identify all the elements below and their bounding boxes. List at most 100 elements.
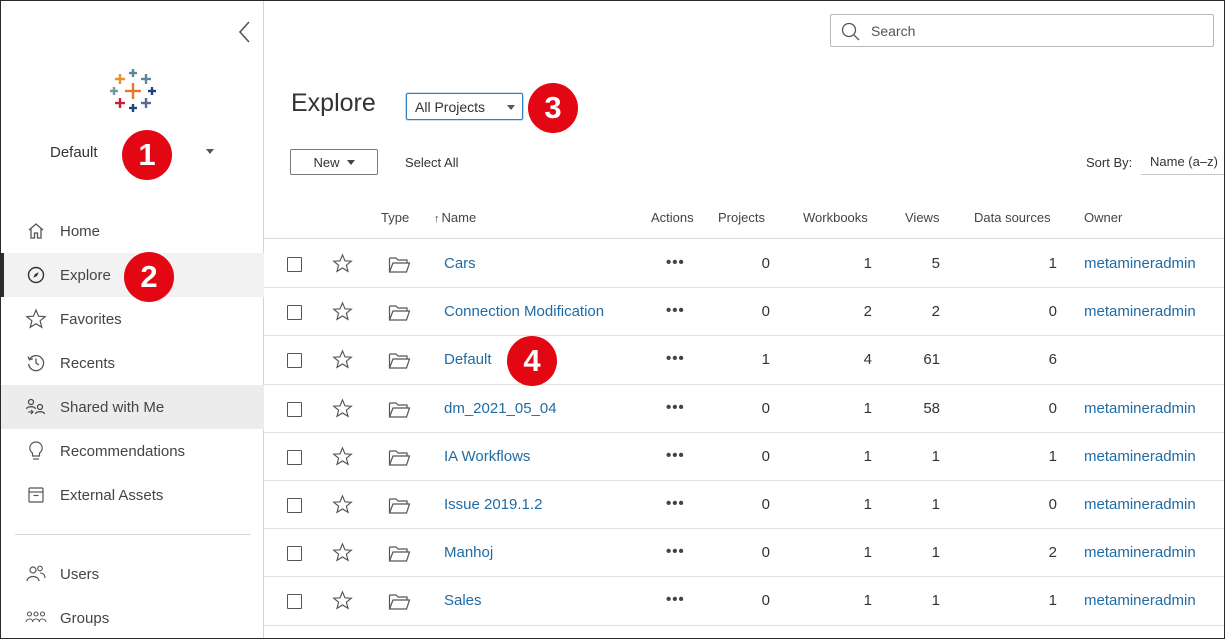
project-name-link[interactable]: Cars [444, 255, 476, 272]
select-all-button[interactable]: Select All [405, 155, 458, 170]
chevron-left-icon[interactable] [235, 19, 255, 45]
row-checkbox[interactable] [287, 353, 302, 369]
column-header-data-sources[interactable]: Data sources [974, 210, 1051, 225]
cell-projects: 0 [761, 255, 770, 272]
project-name-link[interactable]: Issue 2019.1.2 [444, 496, 542, 513]
table-row[interactable]: Manhoj ••• 0 1 1 2 metamineradmin [264, 529, 1224, 578]
column-header-views[interactable]: Views [905, 210, 939, 225]
row-checkbox[interactable] [287, 497, 302, 513]
table-row[interactable]: dm_2021_05_04 ••• 0 1 58 0 metamineradmi… [264, 385, 1224, 433]
cell-data-sources: 0 [1048, 399, 1057, 417]
owner-link[interactable]: metamineradmin [1084, 400, 1196, 417]
column-header-type[interactable]: Type [381, 210, 409, 225]
sidebar-item-external-assets[interactable]: External Assets [1, 473, 264, 517]
row-checkbox[interactable] [287, 449, 302, 465]
project-name-link[interactable]: Sales [444, 592, 482, 609]
row-actions-menu[interactable]: ••• [666, 302, 685, 319]
cell-projects: 0 [761, 447, 770, 465]
owner-link[interactable]: metamineradmin [1084, 496, 1196, 513]
favorite-star-icon[interactable] [332, 446, 353, 467]
row-actions-menu[interactable]: ••• [666, 495, 685, 512]
column-header-projects[interactable]: Projects [718, 210, 765, 225]
column-header-workbooks[interactable]: Workbooks [803, 210, 868, 225]
table-header: Type ↑ Name Actions Projects Workbooks Vi… [264, 199, 1224, 239]
sidebar-item-users[interactable]: Users [1, 552, 264, 596]
table-row[interactable]: Issue 2019.1.2 ••• 0 1 1 0 metamineradmi… [264, 481, 1224, 530]
folder-icon [388, 353, 411, 369]
favorite-star-icon[interactable] [332, 349, 353, 370]
cell-views: 2 [931, 303, 940, 321]
row-actions-menu[interactable]: ••• [666, 543, 685, 560]
cell-views: 58 [923, 399, 940, 417]
favorite-star-icon[interactable] [332, 397, 353, 419]
star-icon [25, 308, 47, 330]
owner-link[interactable]: metamineradmin [1084, 255, 1196, 272]
row-checkbox[interactable] [287, 594, 302, 610]
sidebar-item-recommendations[interactable]: Recommendations [1, 429, 264, 473]
favorite-star-icon[interactable] [332, 542, 353, 563]
search-box[interactable] [830, 14, 1214, 47]
sort-ascending-icon: ↑ [434, 213, 440, 225]
table-row[interactable]: Connection Modification ••• 0 2 2 0 meta… [264, 288, 1224, 337]
page-title: Explore [291, 89, 376, 117]
cell-views: 1 [931, 544, 940, 562]
row-actions-menu[interactable]: ••• [666, 350, 685, 367]
cell-data-sources: 0 [1048, 303, 1057, 321]
row-actions-menu[interactable]: ••• [666, 399, 685, 416]
archive-icon [25, 484, 47, 506]
owner-link[interactable]: metamineradmin [1084, 303, 1196, 320]
table-row[interactable]: Default ••• 1 4 61 6 [264, 336, 1224, 385]
project-name-link[interactable]: Manhoj [444, 544, 493, 561]
sidebar-item-groups[interactable]: Groups [1, 596, 264, 638]
table-body: Cars ••• 0 1 5 1 metamineradmin Connecti… [264, 240, 1224, 626]
sidebar-item-label: Favorites [60, 310, 122, 328]
owner-link[interactable]: metamineradmin [1084, 448, 1196, 465]
new-button[interactable]: New [290, 149, 378, 175]
row-actions-menu[interactable]: ••• [666, 254, 685, 271]
owner-link[interactable]: metamineradmin [1084, 544, 1196, 561]
sidebar-item-shared-with-me[interactable]: Shared with Me [1, 385, 264, 429]
project-filter-dropdown[interactable]: All Projects [406, 93, 523, 120]
table-row[interactable]: IA Workflows ••• 0 1 1 1 metamineradmin [264, 433, 1224, 481]
table-row[interactable]: Cars ••• 0 1 5 1 metamineradmin [264, 240, 1224, 289]
row-checkbox[interactable] [287, 257, 302, 272]
cell-data-sources: 1 [1048, 447, 1057, 465]
owner-link[interactable]: metamineradmin [1084, 592, 1196, 609]
users-icon [25, 563, 47, 585]
column-header-owner[interactable]: Owner [1084, 210, 1122, 225]
compass-icon [25, 264, 47, 286]
home-icon [25, 220, 47, 242]
folder-icon [388, 450, 411, 466]
favorite-star-icon[interactable] [332, 590, 353, 611]
shared-users-icon [25, 396, 47, 418]
favorite-star-icon[interactable] [332, 494, 353, 515]
annotation-badge-1: 1 [122, 130, 172, 180]
column-header-actions: Actions [651, 210, 694, 225]
row-actions-menu[interactable]: ••• [666, 591, 685, 608]
project-name-link[interactable]: Default [444, 351, 492, 368]
folder-icon [388, 305, 411, 321]
cell-workbooks: 1 [863, 544, 872, 562]
project-name-link[interactable]: Connection Modification [444, 303, 604, 320]
table-row[interactable]: Sales ••• 0 1 1 1 metamineradmin [264, 577, 1224, 626]
sidebar-item-recents[interactable]: Recents [1, 341, 264, 385]
search-input[interactable] [871, 21, 1201, 41]
sidebar-item-label: Home [60, 222, 101, 240]
row-checkbox[interactable] [287, 305, 302, 321]
project-name-link[interactable]: IA Workflows [444, 448, 530, 465]
sidebar-item-favorites[interactable]: Favorites [1, 297, 264, 341]
sidebar: Default Home Explore Favorites Recents S… [1, 1, 264, 638]
search-icon [841, 22, 860, 41]
row-actions-menu[interactable]: ••• [666, 447, 685, 464]
row-checkbox[interactable] [287, 546, 302, 562]
cell-projects: 0 [761, 544, 770, 562]
sidebar-item-home[interactable]: Home [1, 209, 264, 253]
column-header-name[interactable]: ↑ Name [434, 210, 476, 225]
project-name-link[interactable]: dm_2021_05_04 [444, 400, 557, 417]
sort-by-dropdown[interactable]: Name (a–z) [1141, 148, 1224, 175]
sidebar-item-label: External Assets [60, 486, 164, 504]
favorite-star-icon[interactable] [332, 301, 353, 322]
sort-by-label: Sort By: [1086, 155, 1133, 170]
row-checkbox[interactable] [287, 401, 302, 417]
favorite-star-icon[interactable] [332, 253, 353, 274]
